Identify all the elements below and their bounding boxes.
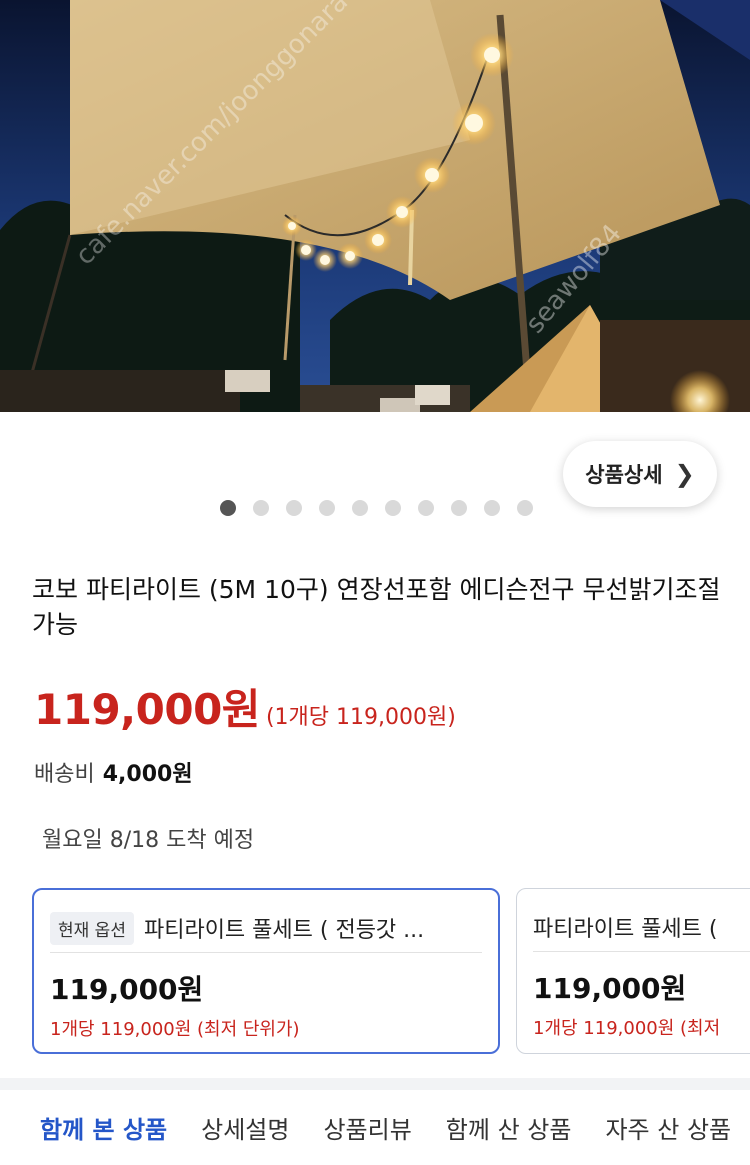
option-price: 119,000원 (50, 973, 204, 1006)
option-card[interactable]: 파티라이트 풀세트 ( 119,000원 1개당 119,000원 (최저 (516, 888, 750, 1054)
tab-frequently-bought[interactable]: 자주 산 상품 (605, 1110, 731, 1145)
tab-description[interactable]: 상세설명 (201, 1110, 289, 1145)
option-header: 파티라이트 풀세트 ( (533, 903, 750, 952)
carousel-dot[interactable] (517, 500, 533, 516)
shipping-fee: 배송비 4,000원 (34, 756, 193, 788)
tab-bought-together[interactable]: 함께 산 상품 (446, 1110, 572, 1145)
carousel-dot[interactable] (385, 500, 401, 516)
product-detail-label: 상품상세 (585, 463, 663, 487)
carousel-dot[interactable] (220, 500, 236, 516)
carousel-dot[interactable] (451, 500, 467, 516)
carousel-indicator (220, 500, 533, 516)
option-price: 119,000원 (533, 972, 687, 1005)
carousel-dot[interactable] (253, 500, 269, 516)
product-title: 코보 파티라이트 (5M 10구) 연장선포함 에디슨전구 무선밝기조절가능 (32, 575, 721, 639)
option-name: 파티라이트 풀세트 ( 전등갓 ... (143, 918, 425, 943)
carousel-dot[interactable] (352, 500, 368, 516)
unit-price: (1개당 119,000원) (265, 705, 456, 730)
shipping-value: 4,000원 (102, 762, 193, 787)
price-row: 119,000원 (1개당 119,000원) (34, 676, 456, 737)
product-detail-button[interactable]: 상품상세 ❯ (563, 441, 717, 507)
section-divider (0, 1078, 750, 1090)
product-tabs: 함께 본 상품 상세설명 상품리뷰 함께 산 상품 자주 산 상품 (0, 1090, 750, 1165)
option-name: 파티라이트 풀세트 ( (533, 917, 718, 942)
tab-reviews[interactable]: 상품리뷰 (323, 1110, 411, 1145)
tab-viewed-together[interactable]: 함께 본 상품 (40, 1110, 167, 1145)
option-card-current[interactable]: 현재 옵션 파티라이트 풀세트 ( 전등갓 ... 119,000원 1개당 1… (32, 888, 500, 1054)
carousel-dot[interactable] (418, 500, 434, 516)
option-unit-price: 1개당 119,000원 (최저 단위가) (50, 1019, 300, 1040)
chevron-right-icon: ❯ (674, 460, 695, 488)
current-option-badge: 현재 옵션 (50, 911, 134, 945)
product-price: 119,000원 (34, 685, 260, 734)
product-image[interactable]: cafe.naver.com/joonggonara seawolf84 (0, 0, 750, 412)
carousel-dot[interactable] (319, 500, 335, 516)
option-header: 현재 옵션 파티라이트 풀세트 ( 전등갓 ... (50, 904, 482, 953)
carousel-dot[interactable] (286, 500, 302, 516)
carousel-dot[interactable] (484, 500, 500, 516)
shipping-label: 배송비 (34, 762, 95, 787)
arrival-estimate: 월요일 8/18 도착 예정 (42, 828, 255, 853)
option-unit-price: 1개당 119,000원 (최저 (533, 1018, 721, 1039)
